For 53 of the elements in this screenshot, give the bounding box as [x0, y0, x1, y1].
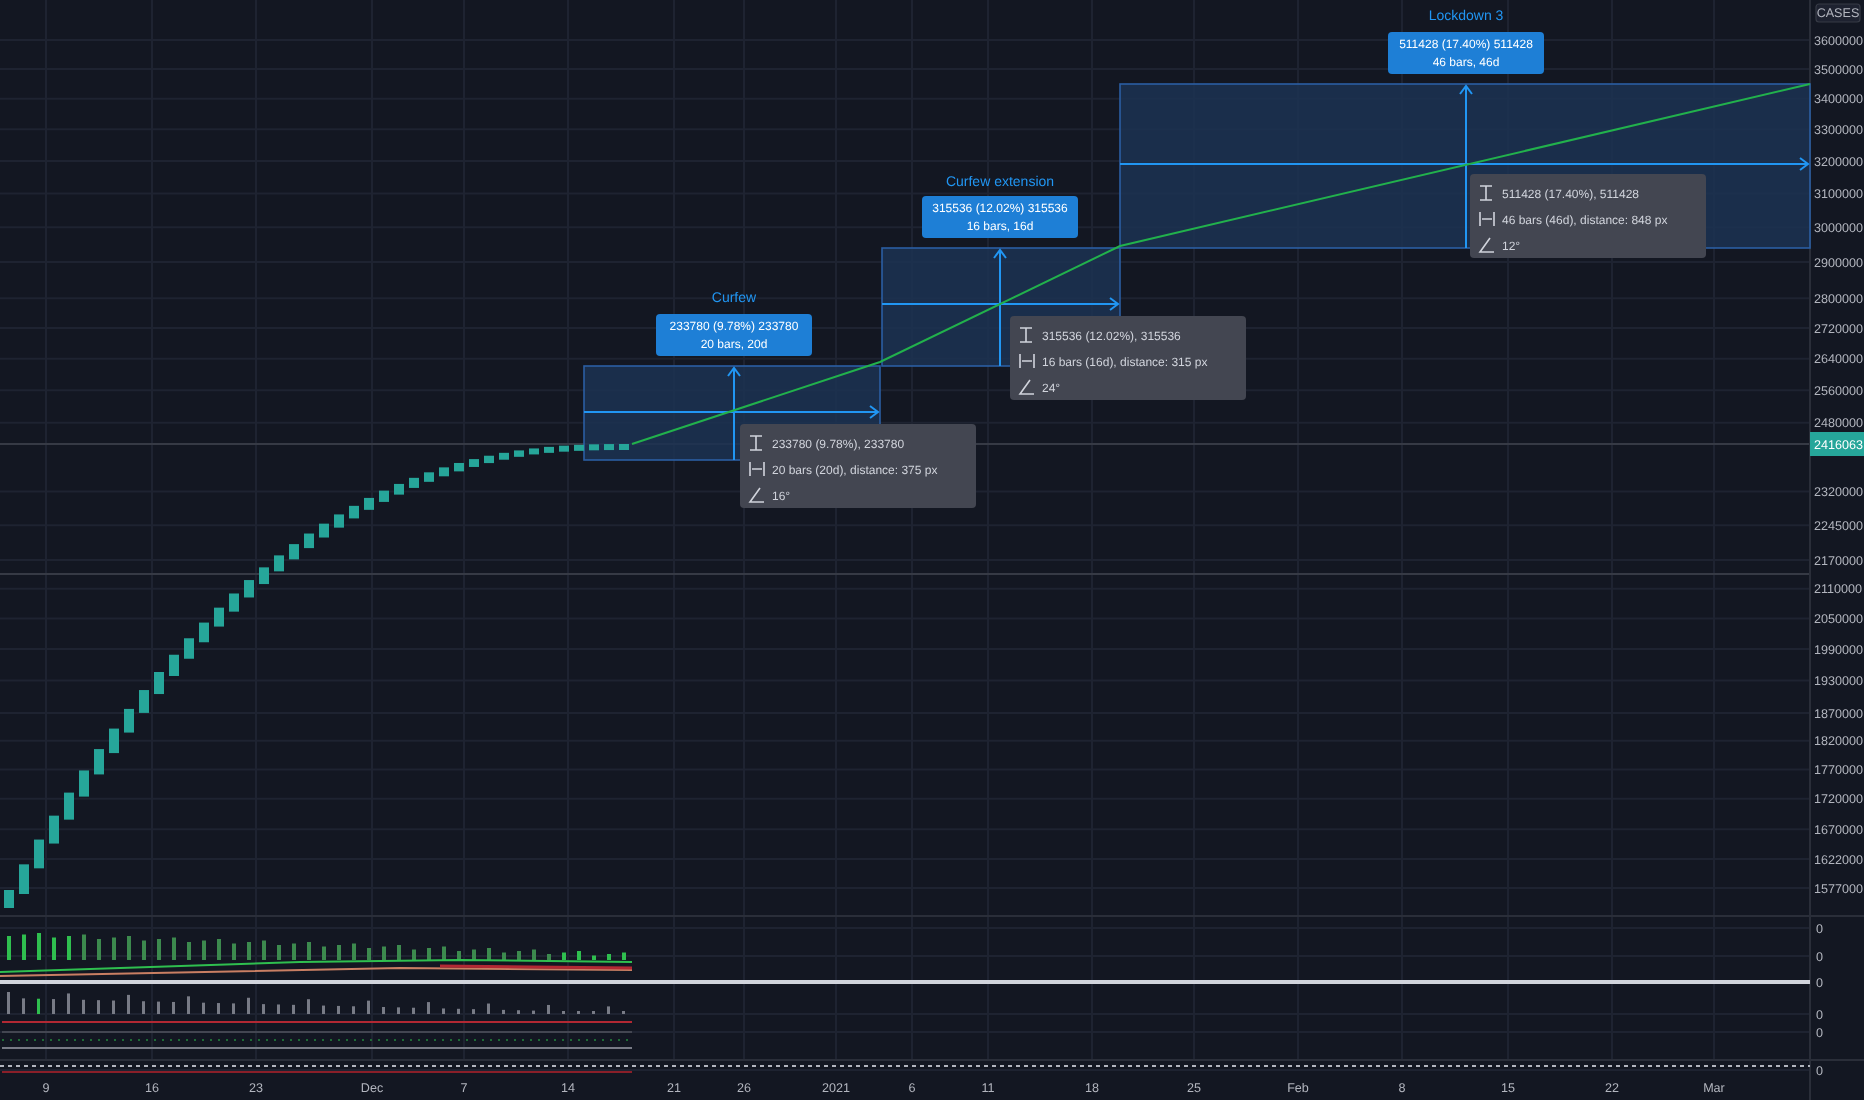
- angle-icon: [1018, 379, 1035, 395]
- candle: [274, 555, 284, 572]
- candle: [184, 638, 194, 659]
- candle: [319, 523, 329, 538]
- candle: [214, 607, 224, 627]
- candle: [34, 839, 44, 869]
- candle: [4, 890, 14, 908]
- candle: [334, 514, 344, 528]
- candle: [379, 490, 389, 502]
- candle: [574, 444, 584, 451]
- candle: [49, 815, 59, 844]
- candle: [619, 444, 629, 450]
- candle: [439, 467, 449, 477]
- candle: [304, 533, 314, 549]
- bar-range-icon: [749, 461, 765, 477]
- candle: [424, 472, 434, 482]
- candle: [124, 708, 134, 733]
- candle: [259, 567, 269, 585]
- candle: [589, 444, 599, 451]
- candle: [469, 459, 479, 467]
- candle: [604, 444, 614, 451]
- candle: [409, 477, 419, 488]
- candle: [79, 770, 89, 797]
- price-range-icon: [749, 435, 763, 451]
- price-range-icon: [1019, 327, 1033, 343]
- candle: [454, 462, 464, 472]
- candle: [499, 452, 509, 460]
- candle: [484, 455, 494, 464]
- candle: [19, 864, 29, 894]
- candle: [349, 505, 359, 519]
- candle: [544, 446, 554, 453]
- candle: [244, 580, 254, 598]
- candle: [289, 544, 299, 560]
- vertical-arrow: [727, 366, 741, 461]
- candle: [364, 497, 374, 510]
- candle: [394, 483, 404, 495]
- candle: [229, 593, 239, 612]
- vertical-arrow: [993, 248, 1007, 367]
- price-range-icon: [1479, 185, 1493, 201]
- angle-icon: [748, 487, 765, 503]
- bar-range-icon: [1479, 211, 1495, 227]
- candle: [169, 654, 179, 676]
- candle: [514, 450, 524, 457]
- candle: [559, 445, 569, 452]
- candle: [154, 672, 164, 695]
- bar-range-icon: [1019, 353, 1035, 369]
- candle: [94, 749, 104, 775]
- candle: [109, 728, 119, 754]
- candle: [199, 622, 209, 643]
- angle-icon: [1478, 237, 1495, 253]
- candle: [64, 792, 74, 820]
- candle: [139, 690, 149, 713]
- candle: [529, 448, 539, 455]
